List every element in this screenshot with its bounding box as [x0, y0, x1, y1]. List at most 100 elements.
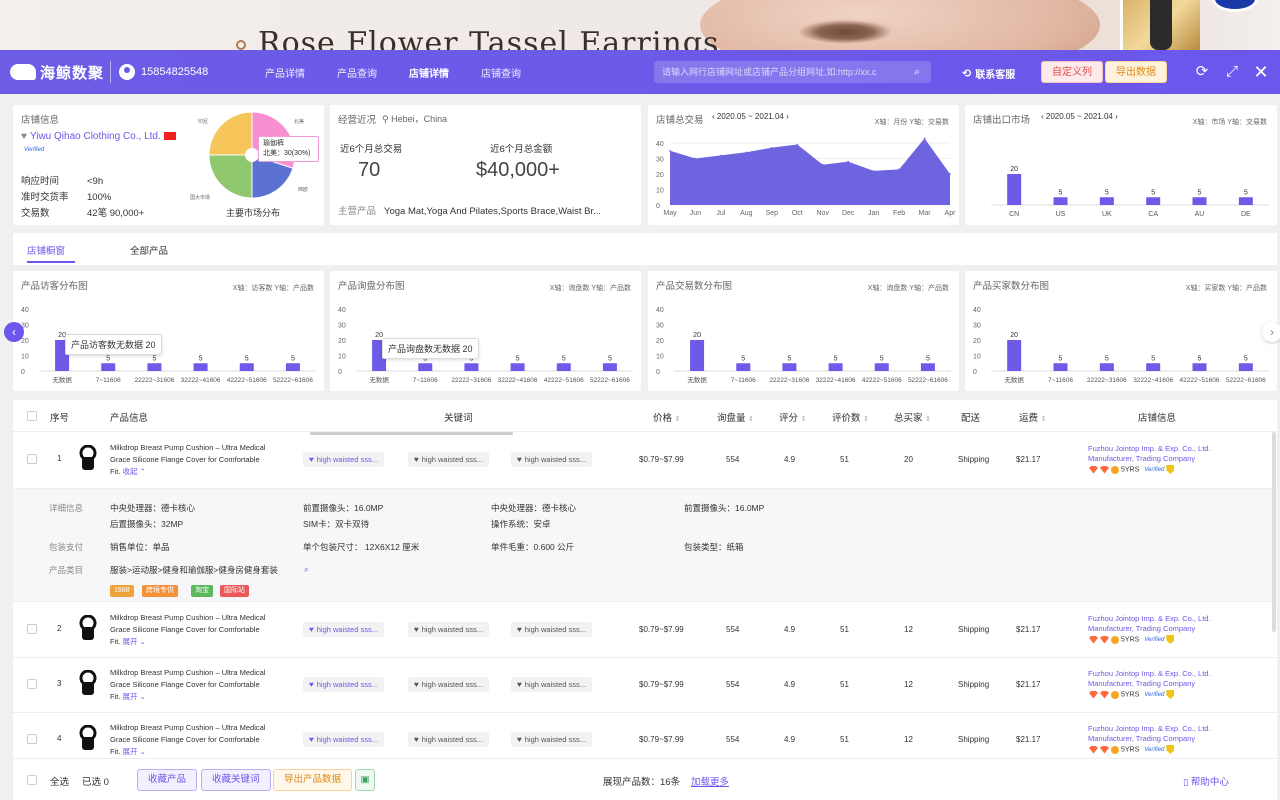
fullscreen-icon[interactable]: ⤢	[1223, 63, 1241, 81]
nav-store-detail[interactable]: 店铺详情	[409, 65, 449, 80]
user-avatar-icon[interactable]	[119, 64, 135, 80]
custom-columns-button[interactable]: 自定义列	[1041, 61, 1103, 83]
expand-link[interactable]: 展开 ⌄	[123, 692, 146, 701]
select-all-label[interactable]: 全选	[50, 774, 69, 788]
logo[interactable]: 海鲸数聚	[10, 62, 108, 83]
load-more-link[interactable]: 加载更多	[691, 774, 729, 788]
table-row[interactable]: 3 Milkdrop Breast Pump Cushion – Ultra M…	[13, 658, 1277, 713]
detail-os: 操作系统：安卓	[491, 519, 551, 529]
pie-tooltip-value: 北美：30(30%)	[263, 150, 311, 157]
keyword-tag[interactable]: ♥ high waisted sss...	[303, 677, 385, 692]
store-name-link[interactable]: ♥ Yiwu Qihao Clothing Co., Ltd. Verified	[21, 131, 181, 156]
product-thumbnail[interactable]	[79, 445, 97, 473]
product-title[interactable]: Milkdrop Breast Pump Cushion – Ultra Med…	[110, 722, 272, 758]
th-price[interactable]: 价格 ⇕	[653, 410, 681, 424]
logo-text: 海鲸数聚	[40, 64, 105, 82]
refresh-icon[interactable]: ⟳	[1193, 63, 1211, 81]
header-checkbox[interactable]	[27, 411, 37, 421]
close-icon[interactable]: ✕	[1252, 63, 1270, 81]
transactions-value: 42笔 90,000+	[87, 208, 145, 219]
row-checkbox[interactable]	[27, 454, 37, 464]
nav-product-detail[interactable]: 产品详情	[265, 65, 305, 80]
y-tick-label: 0	[973, 369, 977, 376]
contact-support-link[interactable]: ⟲ 联系客服	[962, 66, 1015, 81]
export-market-card: 店铺出口市场 ‹ 2020.05 ~ 2021.04 › X轴：市场 Y轴：交易…	[965, 105, 1277, 225]
th-freight[interactable]: 运费 ⇕	[1019, 410, 1047, 424]
table-row[interactable]: 2 Milkdrop Breast Pump Cushion – Ultra M…	[13, 603, 1277, 658]
th-inquiries[interactable]: 询盘量 ⇕	[717, 410, 754, 424]
response-time-label: 响应时间	[21, 176, 60, 187]
collapse-link[interactable]: 收起 ⌃	[123, 467, 146, 476]
heart-icon: ♥	[309, 625, 314, 634]
keyword-tag[interactable]: ♥ high waisted sss...	[511, 677, 593, 692]
nav-product-search[interactable]: 产品查询	[337, 65, 377, 80]
product-thumbnail[interactable]	[79, 615, 97, 643]
footer-bar: 全选 已选 0 收藏产品 收藏关键词 导出产品数据 ▣ 展现产品数：16条 加载…	[13, 758, 1277, 800]
supplier-link[interactable]: Fuzhou Jointop Imp. & Exp. Co., Ltd. Manu…	[1088, 444, 1211, 464]
nav-store-search[interactable]: 店铺查询	[481, 65, 521, 80]
table-row[interactable]: 4 Milkdrop Breast Pump Cushion – Ultra M…	[13, 713, 1277, 758]
tab-all-products[interactable]: 全部产品	[130, 243, 168, 257]
th-buyers[interactable]: 总买家 ⇕	[894, 410, 931, 424]
search-icon[interactable]: ⌕	[909, 64, 925, 80]
table-row[interactable]: 1 Milkdrop Breast Pump Cushion – Ultra M…	[13, 433, 1277, 489]
y-tick-label: 40	[338, 307, 346, 314]
store-info-title: 店铺信息	[21, 115, 60, 126]
keyword-tag[interactable]: ♥ high waisted sss...	[408, 732, 490, 747]
shipping: Shipping	[958, 680, 990, 689]
row-checkbox[interactable]	[27, 624, 37, 634]
product-title[interactable]: Milkdrop Breast Pump Cushion – Ultra Med…	[110, 667, 272, 703]
image-icon[interactable]: ▣	[355, 769, 375, 791]
freight: $21.17	[1016, 680, 1041, 689]
heart-icon[interactable]: ♥	[21, 131, 27, 142]
y-tick-label: 40	[973, 307, 981, 314]
product-thumbnail[interactable]	[79, 725, 97, 753]
carousel-next-icon[interactable]: ›	[1262, 322, 1280, 342]
help-center-link[interactable]: ▯ 帮助中心	[1183, 774, 1229, 788]
keyword-tag[interactable]: ♥ high waisted sss...	[408, 622, 490, 637]
keyword-tag[interactable]: ♥ high waisted sss...	[408, 452, 490, 467]
tab-store-showcase[interactable]: 店铺橱窗	[27, 243, 65, 257]
x-tick-label: Nov	[817, 210, 830, 217]
product-thumbnail[interactable]	[79, 670, 97, 698]
active-tab-underline	[27, 261, 75, 263]
export-products-button[interactable]: 导出产品数据	[273, 769, 353, 791]
th-reviews[interactable]: 评价数 ⇕	[832, 410, 869, 424]
supplier-link[interactable]: Fuzhou Jointop Imp. & Exp. Co., Ltd. Manu…	[1088, 669, 1211, 689]
row-index: 2	[57, 624, 62, 633]
keyword-tag[interactable]: ♥ high waisted sss...	[511, 452, 593, 467]
fav-keywords-button[interactable]: 收藏关键词	[201, 769, 271, 791]
row-checkbox[interactable]	[27, 679, 37, 689]
keyword-tag[interactable]: ♥ high waisted sss...	[303, 732, 385, 747]
keyword-tag[interactable]: ♥ high waisted sss...	[511, 732, 593, 747]
supplier-link[interactable]: Fuzhou Jointop Imp. & Exp. Co., Ltd. Manu…	[1088, 724, 1211, 744]
trade-assurance-icon	[1166, 690, 1175, 699]
th-rating[interactable]: 评分 ⇕	[779, 410, 807, 424]
model-face-image	[700, 0, 1100, 50]
keyword-tag[interactable]: ♥ high waisted sss...	[408, 677, 490, 692]
search-input[interactable]	[662, 67, 909, 77]
carousel-prev-icon[interactable]: ‹	[4, 322, 24, 342]
main-products: 主营产品 Yoga Mat,Yoga And Pilates,Sports Bra…	[338, 203, 601, 217]
vertical-scrollbar[interactable]	[1272, 432, 1276, 632]
expand-link[interactable]: 展开 ⌄	[123, 637, 146, 646]
export-data-button[interactable]: 导出数据	[1105, 61, 1167, 83]
keyword-tag[interactable]: ♥ high waisted sss...	[511, 622, 593, 637]
keyword-tag[interactable]: ♥ high waisted sss...	[303, 452, 385, 467]
row-checkbox[interactable]	[27, 734, 37, 744]
bar-value-label: 5	[1105, 355, 1109, 362]
keyword-text: high waisted sss...	[524, 735, 587, 744]
product-title[interactable]: Milkdrop Breast Pump Cushion – Ultra Med…	[110, 442, 272, 478]
th-price-label: 价格	[653, 413, 673, 424]
category-search-icon[interactable]: ⌕	[304, 564, 309, 575]
fav-products-button[interactable]: 收藏产品	[137, 769, 198, 791]
supplier-link[interactable]: Fuzhou Jointop Imp. & Exp. Co., Ltd. Manu…	[1088, 614, 1211, 634]
select-all-checkbox[interactable]	[27, 775, 37, 785]
freight: $21.17	[1016, 735, 1041, 744]
horizontal-scrollbar[interactable]	[310, 432, 513, 435]
product-title[interactable]: Milkdrop Breast Pump Cushion – Ultra Med…	[110, 612, 272, 648]
keyword-tag[interactable]: ♥ high waisted sss...	[303, 622, 385, 637]
expand-link[interactable]: 展开 ⌄	[123, 747, 146, 756]
whale-logo-icon	[10, 64, 36, 80]
total-tx-label: 近6个月总交易	[340, 144, 403, 155]
